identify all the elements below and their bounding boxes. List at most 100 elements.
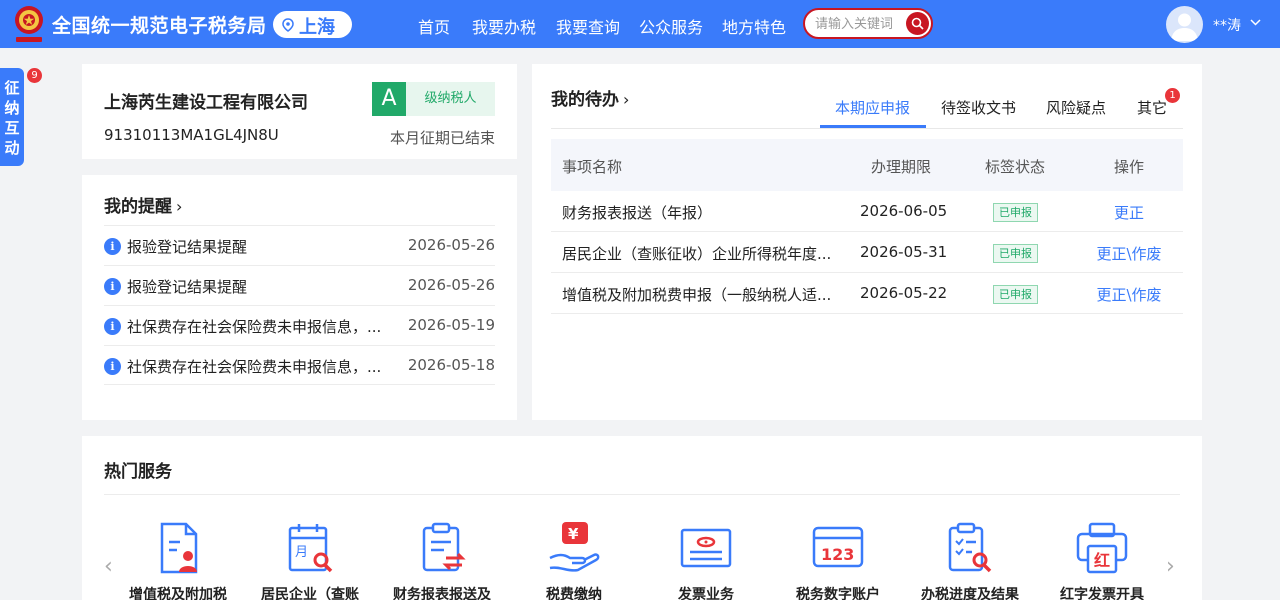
chevron-left-icon[interactable]: ‹ <box>104 554 113 579</box>
search-box <box>803 8 933 39</box>
hot-services-card: 热门服务 ‹ › 增值税及附加税 月 居民企业（查账 财务报表报送及 ¥ 税费缴… <box>82 436 1202 600</box>
service-label: 税务数字账户 <box>796 587 880 600</box>
side-tab-char: 动 <box>4 139 20 157</box>
svg-text:月: 月 <box>295 545 308 560</box>
interaction-side-tab[interactable]: 征 纳 互 动 <box>0 68 24 166</box>
company-tax-id: 91310113MA1GL4JN8U <box>104 126 279 144</box>
service-label: 居民企业（查账 <box>261 587 359 600</box>
user-name[interactable]: **涛 <box>1213 15 1241 35</box>
invoice-icon <box>680 528 732 568</box>
hot-services-divider <box>104 494 1180 495</box>
service-resident-enterprise[interactable]: 月 居民企业（查账 <box>250 520 370 600</box>
service-label: 税费缴纳 <box>546 587 602 600</box>
tab-divider <box>551 128 1183 129</box>
service-label: 发票业务 <box>678 587 734 600</box>
service-label: 增值税及附加税 <box>129 587 227 600</box>
reminders-title-text: 我的提醒 <box>104 197 172 217</box>
tab-pending-docs[interactable]: 待签收文书 <box>941 97 1016 118</box>
service-label: 办税进度及结果 <box>921 587 1019 600</box>
site-title[interactable]: 全国统一规范电子税务局 <box>52 11 267 38</box>
table-row: 财务报表报送（年报） 2026-06-05 已申报 更正 <box>551 191 1183 232</box>
tab-risk-doubts[interactable]: 风险疑点 <box>1046 97 1106 118</box>
todo-action-link[interactable]: 更正 <box>1061 202 1197 223</box>
service-invoice[interactable]: 发票业务 <box>646 520 766 600</box>
report-transfer-icon <box>422 522 466 572</box>
reminder-date: 2026-05-19 <box>407 316 495 334</box>
reminder-text: 报验登记结果提醒 <box>127 278 248 296</box>
service-vat-surcharge[interactable]: 增值税及附加税 <box>118 520 238 600</box>
info-icon: i <box>104 358 121 375</box>
hot-services-title: 热门服务 <box>104 462 172 482</box>
reminders-title[interactable]: 我的提醒 › <box>104 192 182 217</box>
chevron-right-icon[interactable]: › <box>1166 554 1175 579</box>
nav-public-service[interactable]: 公众服务 <box>639 14 703 38</box>
search-button[interactable] <box>906 12 929 35</box>
credit-grade-badge: A <box>372 82 406 116</box>
info-icon: i <box>104 278 121 295</box>
reminder-item[interactable]: i 社保费存在社会保险费未申报信息，... 2026-05-19 <box>104 305 495 345</box>
todo-card: 我的待办 › 本期应申报 待签收文书 风险疑点 其它 1 事项名称 办理期限 标签… <box>532 64 1202 420</box>
nav-local-feature[interactable]: 地方特色 <box>722 14 786 38</box>
service-digital-account[interactable]: 123 税务数字账户 <box>778 520 898 600</box>
todo-action-link[interactable]: 更正\作废 <box>1061 284 1197 305</box>
status-badge: 已申报 <box>993 285 1038 304</box>
location-label: 上海 <box>299 17 335 38</box>
tax-form-user-icon <box>160 522 198 574</box>
tab-other-badge: 1 <box>1165 88 1180 103</box>
reminders-card: 我的提醒 › i 报验登记结果提醒 2026-05-26 i 报验登记结果提醒 2… <box>82 175 517 420</box>
col-action: 操作 <box>1114 158 1145 176</box>
todo-title-text: 我的待办 <box>551 90 619 110</box>
reminder-list: i 报验登记结果提醒 2026-05-26 i 报验登记结果提醒 2026-05… <box>104 225 495 385</box>
todo-table-body: 财务报表报送（年报） 2026-06-05 已申报 更正 居民企业（查账征收）企… <box>551 191 1183 314</box>
todo-item: 居民企业（查账征收）企业所得税年度... <box>562 245 832 263</box>
top-header: 全国统一规范电子税务局 上海 首页 我要办税 我要查询 公众服务 地方特色 **… <box>0 0 1280 48</box>
col-deadline: 办理期限 <box>871 158 932 176</box>
side-tab-char: 纳 <box>4 99 20 117</box>
reminder-date: 2026-05-26 <box>407 236 495 254</box>
reminder-item[interactable]: i 社保费存在社会保险费未申报信息，... 2026-05-18 <box>104 345 495 385</box>
todo-action-link[interactable]: 更正\作废 <box>1061 243 1197 264</box>
nav-home[interactable]: 首页 <box>418 14 450 38</box>
service-red-invoice[interactable]: 红 红字发票开具 <box>1042 520 1162 600</box>
side-tab-char: 互 <box>4 119 20 137</box>
yuan-hand-icon: ¥ <box>549 522 600 572</box>
tab-current-declare[interactable]: 本期应申报 <box>835 97 910 118</box>
service-progress-result[interactable]: 办税进度及结果 <box>910 520 1030 600</box>
todo-table-header: 事项名称 办理期限 标签状态 操作 <box>551 139 1183 191</box>
tax-emblem-logo[interactable] <box>12 4 46 44</box>
service-financial-report[interactable]: 财务报表报送及 <box>382 520 502 600</box>
reminder-item[interactable]: i 报验登记结果提醒 2026-05-26 <box>104 225 495 265</box>
service-label: 红字发票开具 <box>1060 587 1144 600</box>
company-name: 上海芮生建设工程有限公司 <box>104 93 308 113</box>
nav-query[interactable]: 我要查询 <box>556 14 620 38</box>
reminder-date: 2026-05-18 <box>407 356 495 374</box>
svg-text:123: 123 <box>821 545 854 564</box>
search-icon <box>911 17 924 30</box>
service-tax-payment[interactable]: ¥ 税费缴纳 <box>514 520 634 600</box>
chevron-right-icon: › <box>623 90 630 109</box>
reminder-date: 2026-05-26 <box>407 276 495 294</box>
tab-other[interactable]: 其它 <box>1137 97 1167 118</box>
todo-title[interactable]: 我的待办 › <box>551 85 629 110</box>
col-item: 事项名称 <box>562 158 623 176</box>
digital-account-icon: 123 <box>812 526 864 568</box>
side-tab-badge: 9 <box>27 68 42 83</box>
side-tab-char: 征 <box>4 79 20 97</box>
chevron-down-icon[interactable] <box>1250 19 1261 26</box>
todo-deadline: 2026-06-05 <box>860 202 948 220</box>
todo-item: 财务报表报送（年报） <box>562 204 713 222</box>
user-avatar[interactable] <box>1166 6 1203 43</box>
search-input[interactable] <box>815 15 903 33</box>
reminder-text: 报验登记结果提醒 <box>127 238 248 256</box>
nav-do-tax[interactable]: 我要办税 <box>472 14 536 38</box>
table-row: 增值税及附加税费申报（一般纳税人适... 2026-05-22 已申报 更正\作… <box>551 273 1183 314</box>
checklist-search-icon <box>948 522 992 573</box>
status-badge: 已申报 <box>993 203 1038 222</box>
status-badge: 已申报 <box>993 244 1038 263</box>
calendar-search-icon: 月 <box>288 524 333 573</box>
reminder-item[interactable]: i 报验登记结果提醒 2026-05-26 <box>104 265 495 305</box>
col-status: 标签状态 <box>985 158 1046 176</box>
table-row: 居民企业（查账征收）企业所得税年度... 2026-05-31 已申报 更正\作… <box>551 232 1183 273</box>
location-switcher[interactable]: 上海 <box>273 11 352 38</box>
reminder-text: 社保费存在社会保险费未申报信息，... <box>127 318 382 336</box>
